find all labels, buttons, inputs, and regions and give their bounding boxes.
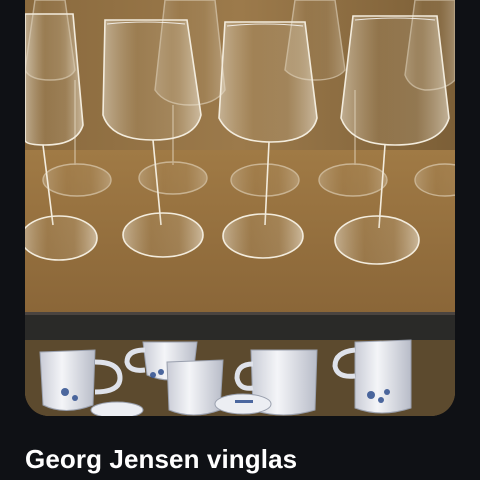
listing-photo[interactable]: [25, 0, 455, 416]
shelf-edge: [25, 312, 455, 340]
listing-title[interactable]: Georg Jensen vinglas: [25, 444, 297, 475]
